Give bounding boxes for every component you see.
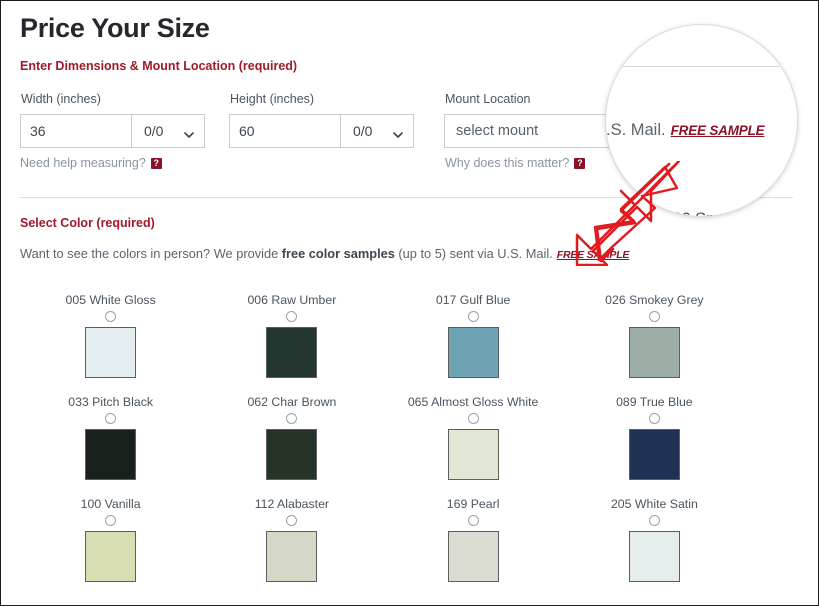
magnifier-text-line1: .S. Mail. FREE SAMPLE <box>606 121 765 140</box>
height-input-group: 0/0 <box>229 114 414 148</box>
color-option-label: 065 Almost Gloss White <box>407 395 539 409</box>
color-option-swatch[interactable] <box>447 327 499 378</box>
height-input[interactable] <box>229 114 340 148</box>
magnifier-rule <box>606 66 797 67</box>
color-option-label: 017 Gulf Blue <box>435 293 511 307</box>
color-option[interactable]: 112 Alabaster <box>201 497 382 599</box>
color-option-label: 205 White Satin <box>610 497 698 511</box>
color-option-radio[interactable] <box>105 515 117 526</box>
color-option-radio[interactable] <box>467 413 479 424</box>
chevron-down-icon <box>184 127 194 138</box>
magnifier-mail-text: .S. Mail. <box>606 121 666 139</box>
color-option-label: 005 White Gloss <box>65 293 156 307</box>
color-option[interactable]: 089 True Blue <box>564 395 745 497</box>
color-option-radio[interactable] <box>648 515 660 526</box>
color-option-radio[interactable] <box>467 515 479 526</box>
page-body: Price Your Size Enter Dimensions & Mount… <box>1 1 818 605</box>
color-swatch-grid: 005 White Gloss 006 Raw Umber 017 Gulf B… <box>20 293 745 599</box>
magnifier-free-sample-link[interactable]: FREE SAMPLE <box>671 123 765 138</box>
color-option-label: 062 Char Brown <box>247 395 337 409</box>
width-fraction-value: 0/0 <box>144 123 164 139</box>
chevron-down-icon <box>393 127 403 138</box>
color-option[interactable]: 017 Gulf Blue <box>383 293 564 395</box>
color-option-radio[interactable] <box>105 311 117 322</box>
page-title: Price Your Size <box>20 13 210 43</box>
free-sample-note: Want to see the colors in person? We pro… <box>20 246 629 261</box>
need-help-measuring-link[interactable]: Need help measuring? ? <box>20 156 162 170</box>
color-option[interactable]: 006 Raw Umber <box>201 293 382 395</box>
color-option-label: 026 Smokey Grey <box>605 293 704 307</box>
color-option-swatch[interactable] <box>266 327 318 378</box>
free-sample-note-part1: Want to see the colors in person? We pro… <box>20 246 282 261</box>
width-fraction-select[interactable]: 0/0 <box>131 114 205 148</box>
color-option[interactable]: 026 Smokey Grey <box>564 293 745 395</box>
color-option-swatch[interactable] <box>628 327 680 378</box>
height-fraction-select[interactable]: 0/0 <box>340 114 414 148</box>
color-option-swatch[interactable] <box>628 429 680 480</box>
width-input[interactable] <box>20 114 131 148</box>
color-option[interactable]: 169 Pearl <box>383 497 564 599</box>
color-option-swatch[interactable] <box>85 531 137 582</box>
color-option-label: 006 Raw Umber <box>247 293 337 307</box>
need-help-measuring-label: Need help measuring? <box>20 156 146 170</box>
color-option[interactable]: 005 White Gloss <box>20 293 201 395</box>
why-does-this-matter-label: Why does this matter? <box>445 156 570 170</box>
magnifier-text-line2: 026 Smokey G <box>663 210 772 216</box>
question-mark-badge-icon[interactable]: ? <box>574 157 586 169</box>
dimensions-section-label: Enter Dimensions & Mount Location (requi… <box>20 59 298 73</box>
color-option[interactable]: 100 Vanilla <box>20 497 201 599</box>
color-option-swatch[interactable] <box>266 429 318 480</box>
free-sample-note-bold: free color samples <box>281 246 395 261</box>
color-section-label: Select Color (required) <box>20 216 155 230</box>
product-configurator-page: Price Your Size Enter Dimensions & Mount… <box>0 0 819 606</box>
mount-location-label: Mount Location <box>445 92 531 106</box>
width-input-group: 0/0 <box>20 114 205 148</box>
color-option-radio[interactable] <box>648 413 660 424</box>
color-option-label: 089 True Blue <box>616 395 693 409</box>
color-option-radio[interactable] <box>286 413 298 424</box>
height-fraction-value: 0/0 <box>353 123 373 139</box>
free-sample-link[interactable]: FREE SAMPLE <box>557 249 630 261</box>
color-option-radio[interactable] <box>105 413 117 424</box>
color-option-swatch[interactable] <box>85 429 137 480</box>
color-option-swatch[interactable] <box>266 531 318 582</box>
color-option[interactable]: 065 Almost Gloss White <box>383 395 564 497</box>
question-mark-badge-icon[interactable]: ? <box>150 157 162 169</box>
color-option-label: 169 Pearl <box>446 497 500 511</box>
color-option-swatch[interactable] <box>447 531 499 582</box>
color-option[interactable]: 205 White Satin <box>564 497 745 599</box>
width-field-label: Width (inches) <box>21 92 101 106</box>
color-option-radio[interactable] <box>286 515 298 526</box>
color-option-radio[interactable] <box>467 311 479 322</box>
color-option-label: 033 Pitch Black <box>68 395 153 409</box>
magnifier-overlay: .S. Mail. FREE SAMPLE 026 Smokey G <box>605 24 798 217</box>
color-option-swatch[interactable] <box>628 531 680 582</box>
color-option-swatch[interactable] <box>85 327 137 378</box>
color-option-label: 112 Alabaster <box>254 497 330 511</box>
why-does-this-matter-link[interactable]: Why does this matter? ? <box>445 156 586 170</box>
free-sample-note-part2: (up to 5) sent via U.S. Mail. <box>394 246 553 261</box>
color-option-radio[interactable] <box>286 311 298 322</box>
color-option-swatch[interactable] <box>447 429 499 480</box>
mount-location-value: select mount <box>456 123 539 139</box>
color-option-radio[interactable] <box>648 311 660 322</box>
color-option[interactable]: 033 Pitch Black <box>20 395 201 497</box>
color-option-label: 100 Vanilla <box>80 497 141 511</box>
color-option[interactable]: 062 Char Brown <box>201 395 382 497</box>
height-field-label: Height (inches) <box>230 92 315 106</box>
